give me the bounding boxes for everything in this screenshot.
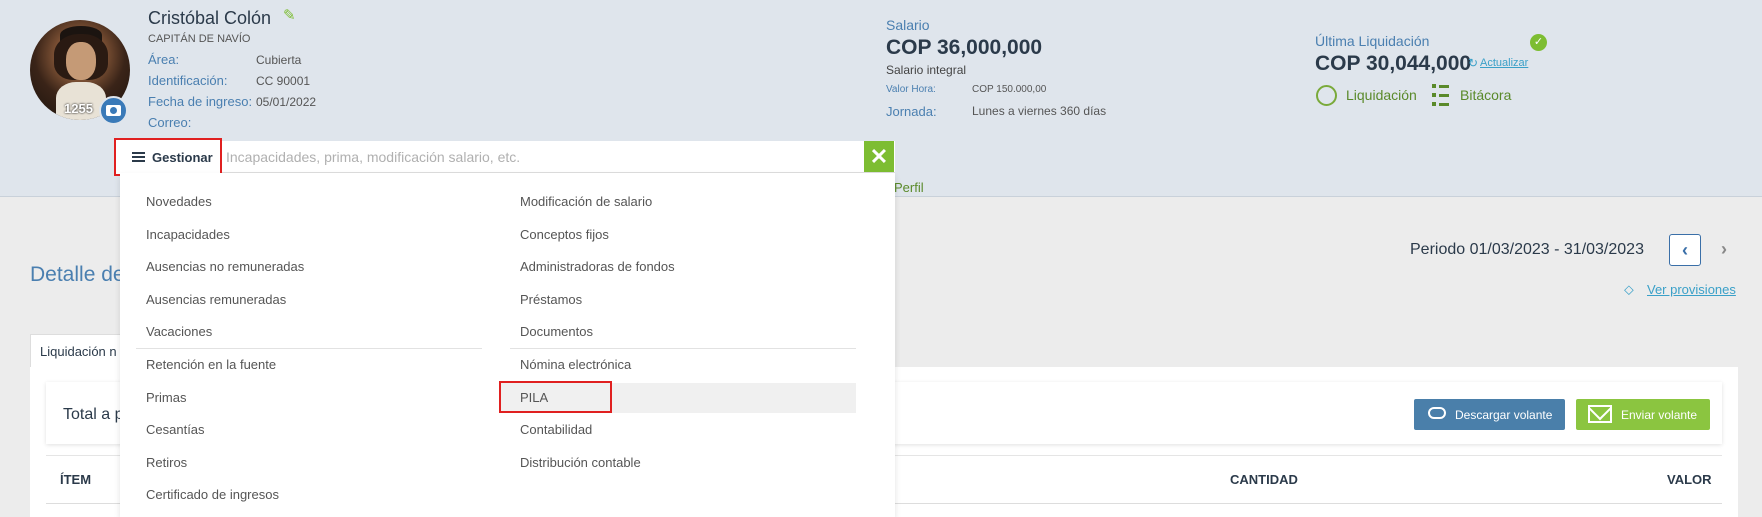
menu-item-ausencias-remuneradas[interactable]: Ausencias remuneradas	[146, 292, 286, 307]
menu-item-conceptos-fijos[interactable]: Conceptos fijos	[520, 227, 609, 242]
area-value: Cubierta	[256, 53, 302, 67]
bitacora-list-icon[interactable]	[1432, 84, 1450, 106]
hire-date-label: Fecha de ingreso:	[148, 94, 253, 109]
salary-type: Salario integral	[886, 63, 967, 77]
update-link[interactable]: Actualizar	[1480, 57, 1528, 69]
last-liquidation-value: COP 30,044,000	[1315, 52, 1472, 75]
menu-item-certificado-ingresos[interactable]: Certificado de ingresos	[146, 487, 279, 502]
hour-value-label: Valor Hora:	[886, 84, 936, 95]
area-label: Área:	[148, 52, 180, 67]
column-item: ÍTEM	[60, 472, 92, 487]
check-icon: ✓	[1530, 34, 1547, 51]
refresh-icon[interactable]: ↻	[1468, 56, 1478, 70]
email-label: Correo:	[148, 115, 192, 130]
gestionar-label: Gestionar	[152, 149, 213, 165]
menu-item-retencion[interactable]: Retención en la fuente	[146, 357, 276, 372]
send-volante-button[interactable]: Enviar volante	[1576, 399, 1710, 430]
camera-icon[interactable]	[99, 96, 128, 125]
previous-period-button[interactable]: ‹	[1669, 234, 1701, 266]
bitacora-link[interactable]: Bitácora	[1460, 87, 1511, 103]
column-cantidad: CANTIDAD	[1230, 472, 1298, 487]
search-input[interactable]	[226, 143, 856, 171]
total-label: Total a p	[63, 406, 124, 423]
menu-item-distribucion-contable[interactable]: Distribución contable	[520, 455, 641, 470]
menu-item-retiros[interactable]: Retiros	[146, 455, 187, 470]
menu-item-primas[interactable]: Primas	[146, 390, 186, 405]
menu-icon	[132, 150, 145, 164]
id-label: Identificación:	[148, 73, 228, 88]
menu-item-contabilidad[interactable]: Contabilidad	[520, 422, 592, 437]
edit-pencil-icon[interactable]: ✎	[283, 6, 296, 24]
jornada-label: Jornada:	[886, 104, 937, 119]
menu-item-ausencias-no-remuneradas[interactable]: Ausencias no remuneradas	[146, 259, 304, 274]
menu-divider	[510, 348, 856, 349]
menu-item-incapacidades[interactable]: Incapacidades	[146, 227, 230, 242]
download-volante-button[interactable]: Descargar volante	[1414, 399, 1565, 430]
send-volante-label: Enviar volante	[1621, 407, 1698, 422]
gestionar-button[interactable]: Gestionar	[114, 138, 222, 176]
hour-value: COP 150.000,00	[972, 84, 1047, 95]
salary-label: Salario	[886, 17, 930, 33]
jornada-value: Lunes a viernes 360 días	[972, 104, 1107, 118]
menu-item-novedades[interactable]: Novedades	[146, 194, 212, 209]
column-valor: VALOR	[1667, 472, 1712, 487]
tab-perfil[interactable]: Perfil	[894, 180, 924, 195]
menu-item-prestamos[interactable]: Préstamos	[520, 292, 582, 307]
id-value: CC 90001	[256, 74, 311, 88]
pila-highlight-box	[499, 381, 612, 413]
menu-item-vacaciones[interactable]: Vacaciones	[146, 324, 212, 339]
employee-role: CAPITÁN DE NAVÍO	[148, 33, 251, 45]
menu-item-administradoras[interactable]: Administradoras de fondos	[520, 259, 675, 274]
cloud-download-icon	[1428, 407, 1446, 419]
menu-item-cesantias[interactable]: Cesantías	[146, 422, 205, 437]
ver-provisiones-link[interactable]: Ver provisiones	[1647, 282, 1736, 297]
liquidation-link[interactable]: Liquidación	[1346, 87, 1417, 103]
liquidation-globe-icon[interactable]	[1316, 85, 1337, 106]
period-label: Periodo 01/03/2023 - 31/03/2023	[1410, 241, 1644, 258]
close-icon[interactable]: ✕	[864, 141, 894, 172]
tab-liquidacion[interactable]: Liquidación n	[30, 334, 130, 368]
last-liquidation-label: Última Liquidación	[1315, 33, 1430, 49]
avatar-number: 1255	[64, 101, 93, 116]
hire-date-value: 05/01/2022	[256, 95, 317, 109]
page-title: Detalle de	[30, 263, 125, 286]
tag-icon: ⬦	[1624, 281, 1634, 297]
menu-item-modificacion-salario[interactable]: Modificación de salario	[520, 194, 652, 209]
menu-item-documentos[interactable]: Documentos	[520, 324, 593, 339]
salary-value: COP 36,000,000	[886, 36, 1043, 59]
download-volante-label: Descargar volante	[1455, 407, 1553, 422]
next-period-button[interactable]: ›	[1712, 234, 1736, 266]
menu-divider	[136, 348, 482, 349]
menu-item-nomina-electronica[interactable]: Nómina electrónica	[520, 357, 631, 372]
gestionar-dropdown	[120, 173, 895, 517]
employee-name: Cristóbal Colón	[148, 8, 272, 28]
envelope-icon	[1588, 405, 1612, 423]
